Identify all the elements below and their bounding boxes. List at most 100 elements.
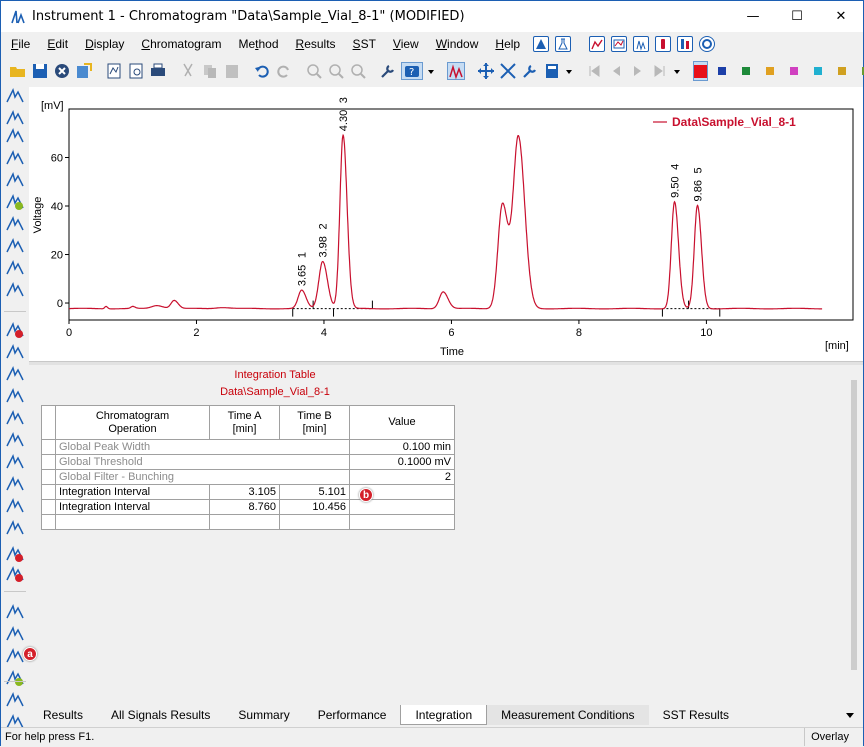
zoom-in-icon[interactable] (305, 62, 323, 80)
color-square-1[interactable] (742, 67, 750, 75)
time-b-cell[interactable] (279, 514, 350, 530)
table-row[interactable]: Global Threshold 0.1000 mV (41, 454, 455, 470)
operation-cell[interactable]: Integration Interval (55, 484, 210, 500)
operation-cell[interactable]: Integration Interval (55, 499, 210, 515)
move-arrows-icon[interactable] (477, 62, 495, 80)
baseline-icon[interactable] (6, 87, 24, 105)
valley-icon[interactable] (6, 453, 24, 471)
table-row-empty[interactable] (41, 514, 455, 530)
column-header-time-b[interactable]: Time B [min] (279, 405, 350, 440)
threshold-icon[interactable] (6, 603, 24, 621)
menu-item-7[interactable]: View (383, 37, 426, 51)
column-header-value[interactable]: Value (349, 405, 455, 440)
shift-peak-icon[interactable] (6, 281, 24, 299)
menu-item-5[interactable]: Results (286, 37, 343, 51)
color-square-2[interactable] (766, 67, 774, 75)
menu-item-6[interactable]: SST (343, 37, 383, 51)
tab-sst-results[interactable]: SST Results (649, 705, 743, 725)
row-header[interactable] (41, 514, 56, 530)
report-icon[interactable] (105, 62, 123, 80)
peak-add-icon[interactable] (6, 193, 24, 211)
tab-measurement-conditions[interactable]: Measurement Conditions (487, 705, 649, 725)
print-preview-icon[interactable] (127, 62, 145, 80)
tab-all-signals-results[interactable]: All Signals Results (97, 705, 224, 725)
table-row[interactable]: Global Filter - Bunching 2 (41, 469, 455, 485)
time-a-cell[interactable]: 8.760 (209, 499, 280, 515)
color-square-5[interactable] (838, 67, 846, 75)
valley-to-valley-icon[interactable] (6, 691, 24, 709)
minimize-button[interactable]: — (731, 1, 775, 32)
vial-menu-icon[interactable] (655, 36, 672, 52)
table-row[interactable]: Global Peak Width 0.100 min (41, 439, 455, 455)
export-icon[interactable] (75, 62, 93, 80)
time-b-cell[interactable]: 5.101 (279, 484, 350, 500)
menu-item-3[interactable]: Chromatogram (131, 37, 228, 51)
row-header[interactable] (41, 469, 56, 485)
menu-item-1[interactable]: Edit (37, 37, 75, 51)
value-cell[interactable]: 0.1000 mV (349, 454, 455, 470)
tab-results[interactable]: Results (29, 705, 97, 725)
expand-arrows-icon[interactable] (499, 62, 517, 80)
table-row[interactable]: Integration Interval 8.760 10.456 (41, 499, 455, 515)
column-header-time-a[interactable]: Time A [min] (209, 405, 280, 440)
print-icon[interactable] (149, 62, 167, 80)
value-cell[interactable]: 2 (349, 469, 455, 485)
paste-icon[interactable] (223, 62, 241, 80)
filter-icon[interactable] (6, 625, 24, 643)
chart-menu-icon[interactable] (589, 36, 606, 52)
tab-summary[interactable]: Summary (224, 705, 303, 725)
flask-menu-icon[interactable] (555, 36, 572, 52)
signal-menu-icon[interactable] (611, 36, 628, 52)
tab-scroll-arrow-icon[interactable] (845, 709, 855, 719)
row-header[interactable] (41, 484, 56, 500)
together-icon[interactable] (6, 475, 24, 493)
tools-icon[interactable] (521, 62, 539, 80)
maximize-button[interactable]: ☐ (775, 1, 819, 32)
peak-forced-icon[interactable] (6, 149, 24, 167)
cut-icon[interactable] (179, 62, 197, 80)
menu-item-8[interactable]: Window (426, 37, 486, 51)
instrument-menu-icon[interactable] (533, 36, 550, 52)
color-square-3[interactable] (790, 67, 798, 75)
detect-icon[interactable] (6, 669, 24, 687)
delete-operation-icon[interactable] (6, 565, 24, 583)
negative-peak-icon[interactable] (6, 237, 24, 255)
menu-item-9[interactable]: Help (485, 37, 527, 51)
value-cell[interactable]: 0.100 min (349, 439, 455, 455)
table-row[interactable]: Integration Interval 3.105 5.101 (41, 484, 455, 500)
next-icon[interactable] (629, 62, 647, 80)
menu-item-0[interactable]: File (1, 37, 37, 51)
chevron-down-icon[interactable] (565, 62, 573, 80)
integration-interval-icon[interactable] (6, 647, 24, 665)
operation-cell[interactable]: Global Peak Width (55, 439, 350, 455)
lock-icon[interactable] (6, 431, 24, 449)
time-a-cell[interactable] (209, 514, 280, 530)
chromatogram-chart[interactable]: [mV] [min] Time Voltage 0 2 4 6 8 10 0 20 40 60 3… (29, 87, 863, 361)
undo-icon[interactable] (253, 62, 271, 80)
no-integration-icon[interactable] (6, 545, 24, 563)
redo-icon[interactable] (275, 62, 293, 80)
delete-peak-icon[interactable] (6, 321, 24, 339)
operation-cell[interactable]: Global Threshold (55, 454, 350, 470)
chevron-down-icon[interactable] (427, 62, 435, 80)
tab-performance[interactable]: Performance (304, 705, 401, 725)
settings-wrench-icon[interactable] (379, 62, 397, 80)
peak-icon[interactable] (6, 127, 24, 145)
chevron-down-icon[interactable] (673, 62, 681, 80)
sst-menu-icon[interactable] (699, 36, 716, 52)
time-b-cell[interactable]: 10.456 (279, 499, 350, 515)
time-a-cell[interactable]: 3.105 (209, 484, 280, 500)
tab-integration[interactable]: Integration (400, 705, 488, 725)
row-header[interactable] (41, 454, 56, 470)
row-header[interactable] (41, 499, 56, 515)
last-icon[interactable] (651, 62, 669, 80)
value-cell[interactable] (349, 514, 455, 530)
skim-icon[interactable] (6, 409, 24, 427)
sample-menu-icon[interactable] (677, 36, 694, 52)
color-square-0[interactable] (718, 67, 726, 75)
column-header-operation[interactable]: Chromatogram Operation (55, 405, 210, 440)
zoom-vertical-icon[interactable] (6, 109, 24, 127)
vertical-scrollbar[interactable] (851, 380, 857, 670)
close-button[interactable]: ✕ (819, 1, 863, 32)
previous-icon[interactable] (607, 62, 625, 80)
